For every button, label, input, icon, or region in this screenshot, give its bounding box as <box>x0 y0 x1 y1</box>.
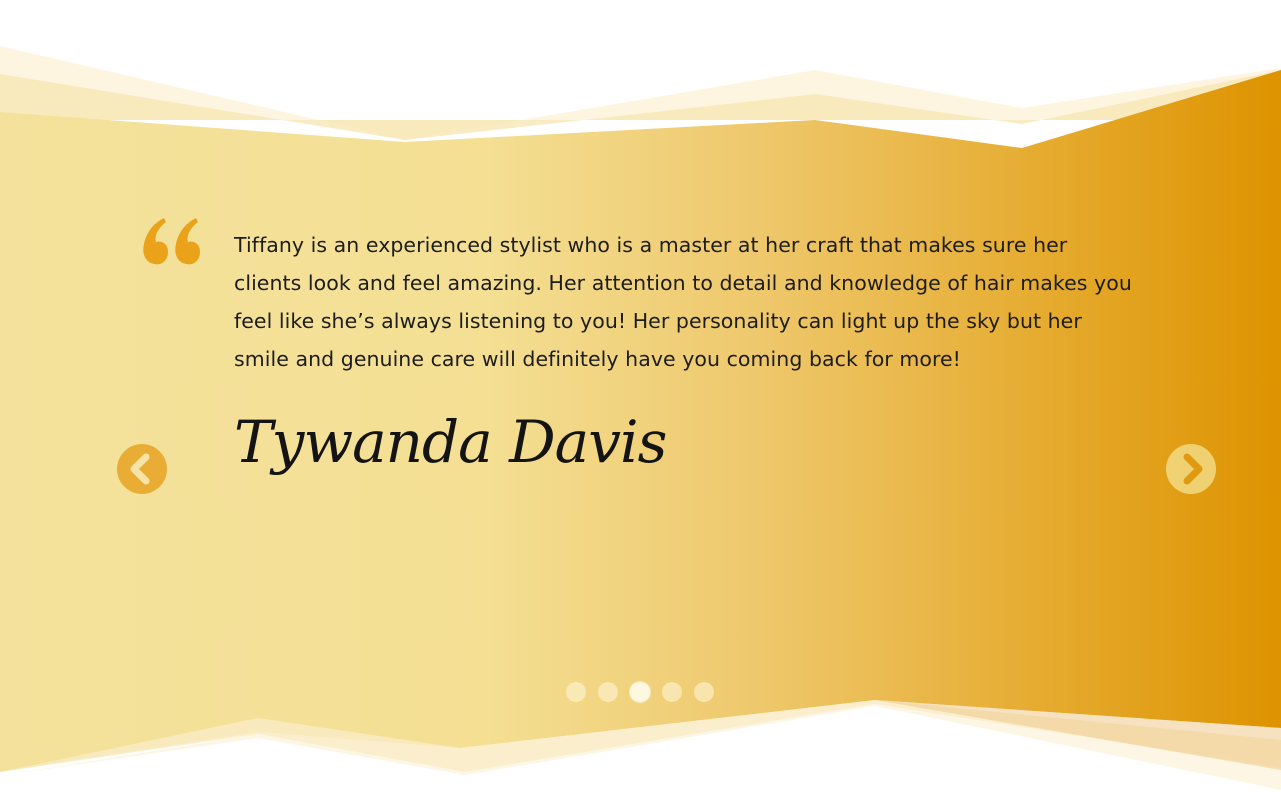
carousel-dot[interactable] <box>662 682 682 702</box>
carousel-dot[interactable] <box>694 682 714 702</box>
quote-open-icon <box>143 218 200 265</box>
author-signature: Tywanda Davis <box>234 408 667 476</box>
carousel-dot[interactable] <box>566 682 586 702</box>
chevron-left-icon[interactable] <box>116 443 168 495</box>
chevron-right-icon[interactable] <box>1165 443 1217 495</box>
testimonial-section: Tiffany is an experienced stylist who is… <box>0 0 1281 804</box>
carousel-dot[interactable] <box>598 682 618 702</box>
testimonial-text: Tiffany is an experienced stylist who is… <box>234 233 1132 371</box>
top-layer-outer <box>0 46 1281 140</box>
carousel-dot[interactable] <box>630 682 650 702</box>
carousel-pagination <box>566 682 714 702</box>
